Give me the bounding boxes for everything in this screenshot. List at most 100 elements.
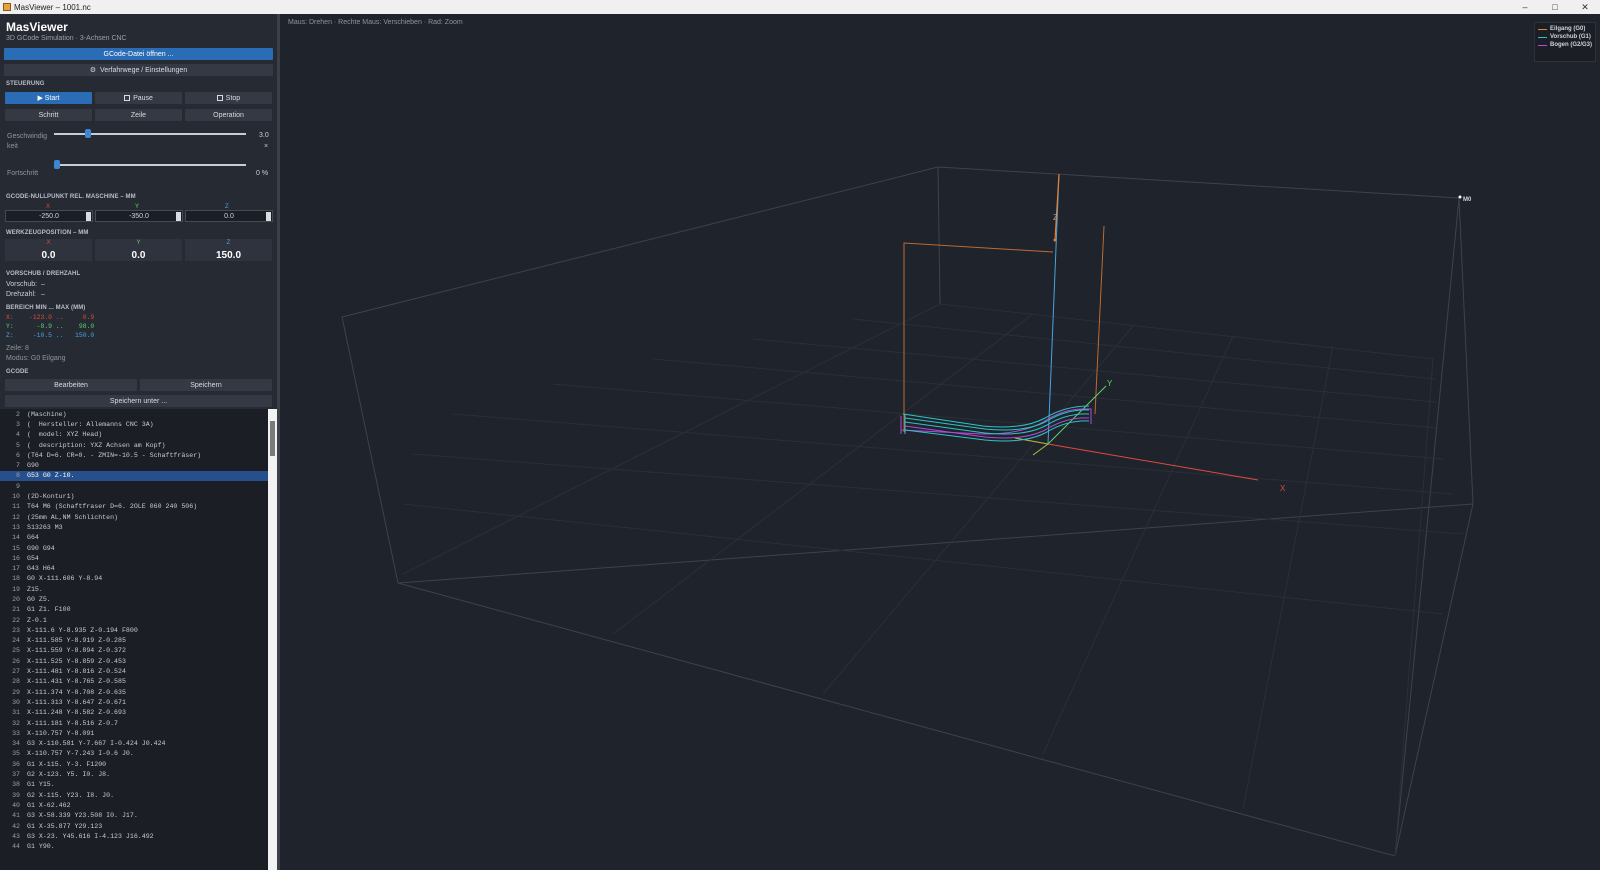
stop-icon — [216, 95, 223, 101]
3d-viewport[interactable]: Maus: Drehen · Rechte Maus: Verschieben … — [283, 14, 1600, 870]
gcode-line[interactable]: 23 X-111.6 Y-8.935 Z-0.194 F800 — [0, 625, 268, 635]
gcode-line[interactable]: 11 T64 M6 (Schaftfraser D=6. 2OLE 060 240… — [0, 502, 268, 512]
gcode-line-text: X-110.757 Y-7.243 I-0.6 J0. — [27, 750, 134, 758]
gcode-line[interactable]: 17 G43 H64 — [0, 563, 268, 573]
gcode-line[interactable]: 28 X-111.431 Y-8.765 Z-0.585 — [0, 677, 268, 687]
gcode-scrollbar-thumb[interactable] — [270, 421, 275, 456]
operation-button[interactable]: Operation — [185, 109, 272, 121]
gcode-line[interactable]: 31 X-111.248 Y-8.582 Z-0.693 — [0, 708, 268, 718]
tool-y-value: 0.0 — [131, 250, 146, 261]
gcode-line[interactable]: 35 X-110.757 Y-7.243 I-0.6 J0. — [0, 749, 268, 759]
gcode-line-text: X-111.559 Y-8.894 Z-0.372 — [27, 647, 126, 655]
gcode-line[interactable]: 9 — [0, 481, 268, 491]
gcode-line[interactable]: 7 G90 — [0, 460, 268, 470]
gcode-line[interactable]: 8 G53 G0 Z-10. — [0, 470, 268, 482]
settings-button-label: Verfahrwege / Einstellungen — [100, 66, 188, 74]
gcode-scrollbar[interactable] — [268, 409, 277, 870]
gcode-line-number: 13 — [12, 523, 20, 531]
spinner-arrows-icon[interactable] — [266, 212, 271, 221]
close-button[interactable]: ✕ — [1570, 0, 1600, 14]
step-button[interactable]: Schritt — [5, 109, 92, 121]
gcode-line[interactable]: 13 S13263 M3 — [0, 522, 268, 532]
edit-button[interactable]: Bearbeiten — [5, 379, 137, 391]
open-file-button[interactable]: GCode-Datei öffnen ... — [4, 48, 273, 60]
start-button[interactable]: ▶ Start — [5, 92, 92, 104]
save-button[interactable]: Speichern — [140, 379, 272, 391]
gcode-line-number: 31 — [12, 709, 20, 717]
app-icon — [3, 3, 11, 11]
spinner-arrows-icon[interactable] — [176, 212, 181, 221]
gcode-line[interactable]: 24 X-111.585 Y-8.919 Z-0.285 — [0, 636, 268, 646]
gcode-line[interactable]: 21 G1 Z1. F100 — [0, 605, 268, 615]
gcode-line[interactable]: 19 Z15. — [0, 584, 268, 594]
progress-slider-track[interactable] — [54, 164, 246, 166]
gcode-line[interactable]: 25 X-111.559 Y-8.894 Z-0.372 — [0, 646, 268, 656]
gcode-line[interactable]: 3 ( Hersteller: Allemanns CNC 3A) — [0, 419, 268, 429]
gcode-line[interactable]: 22 Z-0.1 — [0, 615, 268, 625]
status-mode: Modus: G0 Eilgang — [6, 355, 66, 362]
toolpath-legend: Eilgang (G0) Vorschub (G1) Bogen (G2/G3) — [1534, 22, 1596, 62]
gcode-line-text: G53 G0 Z-10. — [27, 472, 75, 480]
gcode-line[interactable]: 38 G1 Y15. — [0, 780, 268, 790]
gcode-line-number: 29 — [12, 688, 20, 696]
minimize-button[interactable]: – — [1510, 0, 1540, 14]
gcode-line-text: X-111.481 Y-8.816 Z-0.524 — [27, 668, 126, 676]
origin-z-input[interactable]: 0.0 — [185, 210, 273, 222]
gcode-line[interactable]: 16 G54 — [0, 553, 268, 563]
gcode-line[interactable]: 44 G1 Y90. — [0, 841, 268, 851]
speed-slider-track[interactable] — [54, 133, 246, 135]
gcode-line[interactable]: 41 G3 X-58.339 Y23.508 I0. J17. — [0, 811, 268, 821]
gcode-line[interactable]: 40 G1 X-62.462 — [0, 800, 268, 810]
gcode-line[interactable]: 26 X-111.525 Y-8.859 Z-0.453 — [0, 656, 268, 666]
gcode-line[interactable]: 15 G90 G94 — [0, 543, 268, 553]
progress-slider-handle[interactable] — [54, 160, 60, 169]
gcode-line[interactable]: 6 (T64 D=6. CR=0. - ZMIN=-10.5 - Schaftfr… — [0, 450, 268, 460]
settings-button[interactable]: ⚙ Verfahrwege / Einstellungen — [4, 64, 273, 76]
save-as-button[interactable]: Speichern unter ... — [5, 395, 272, 407]
gcode-line-number: 43 — [12, 832, 20, 840]
app-subtitle: 3D GCode Simulation · 3-Achsen CNC — [6, 35, 127, 42]
gcode-line-number: 38 — [12, 781, 20, 789]
gcode-line[interactable]: 27 X-111.481 Y-8.816 Z-0.524 — [0, 666, 268, 676]
gcode-line[interactable]: 36 G1 X-115. Y-3. F1200 — [0, 759, 268, 769]
gcode-line[interactable]: 33 X-110.757 Y-8.091 — [0, 728, 268, 738]
gcode-line[interactable]: 37 G2 X-123. Y5. I0. J8. — [0, 769, 268, 779]
gcode-line-number: 35 — [12, 750, 20, 758]
app-title: MasViewer — [6, 20, 68, 34]
gcode-line[interactable]: 34 G3 X-110.581 Y-7.667 I-0.424 J0.424 — [0, 739, 268, 749]
gcode-line[interactable]: 18 G0 X-111.606 Y-8.94 — [0, 574, 268, 584]
legend-swatch-icon — [1538, 28, 1547, 30]
gcode-line[interactable]: 2 (Maschine) — [0, 409, 268, 419]
origin-x-input[interactable]: -250.0 — [5, 210, 93, 222]
gcode-line-text: G3 X-23. Y45.616 I-4.123 J16.492 — [27, 832, 154, 840]
gcode-line[interactable]: 30 X-111.313 Y-8.647 Z-0.671 — [0, 697, 268, 707]
gcode-line[interactable]: 4 ( model: XYZ Head) — [0, 430, 268, 440]
gcode-line[interactable]: 14 G64 — [0, 533, 268, 543]
gcode-line[interactable]: 5 ( description: YXZ Achsen am Kopf) — [0, 440, 268, 450]
speed-slider-handle[interactable] — [84, 129, 91, 138]
spinner-arrows-icon[interactable] — [86, 212, 91, 221]
origin-y-input[interactable]: -350.0 — [95, 210, 183, 222]
tool-x-value: 0.0 — [41, 250, 56, 261]
stop-button[interactable]: Stop — [185, 92, 272, 104]
gcode-line[interactable]: 29 X-111.374 Y-8.708 Z-0.635 — [0, 687, 268, 697]
range-z: Z: -10.5 .. 150.0 — [6, 332, 95, 339]
gcode-line[interactable]: 32 X-111.181 Y-8.516 Z-0.7 — [0, 718, 268, 728]
rapid-moves — [903, 225, 1105, 432]
line-button[interactable]: Zeile — [95, 109, 182, 121]
gcode-line-text: (25mm AL,NM Schlichten) — [27, 513, 119, 521]
gcode-line[interactable]: 10 (2D-Kontur1) — [0, 491, 268, 501]
gcode-listing[interactable]: 2 (Maschine) 3 ( Hersteller: Allemanns CNC … — [0, 409, 268, 870]
gcode-line-text: T64 M6 (Schaftfraser D=6. 2OLE 060 240 5… — [27, 503, 198, 511]
gcode-line[interactable]: 39 G2 X-115. Y23. I8. J0. — [0, 790, 268, 800]
gcode-line-number: 16 — [12, 554, 20, 562]
gcode-line[interactable]: 20 G0 Z5. — [0, 594, 268, 604]
scene-svg[interactable]: Z Y X M0 — [283, 14, 1600, 870]
gcode-line[interactable]: 42 G1 X-35.877 Y29.123 — [0, 821, 268, 831]
gcode-line-number: 26 — [12, 657, 20, 665]
gcode-line[interactable]: 43 G3 X-23. Y45.616 I-4.123 J16.492 — [0, 831, 268, 841]
maximize-button[interactable]: □ — [1540, 0, 1570, 14]
grid-floor — [402, 303, 1464, 857]
gcode-line[interactable]: 12 (25mm AL,NM Schlichten) — [0, 512, 268, 522]
pause-button[interactable]: Pause — [95, 92, 182, 104]
